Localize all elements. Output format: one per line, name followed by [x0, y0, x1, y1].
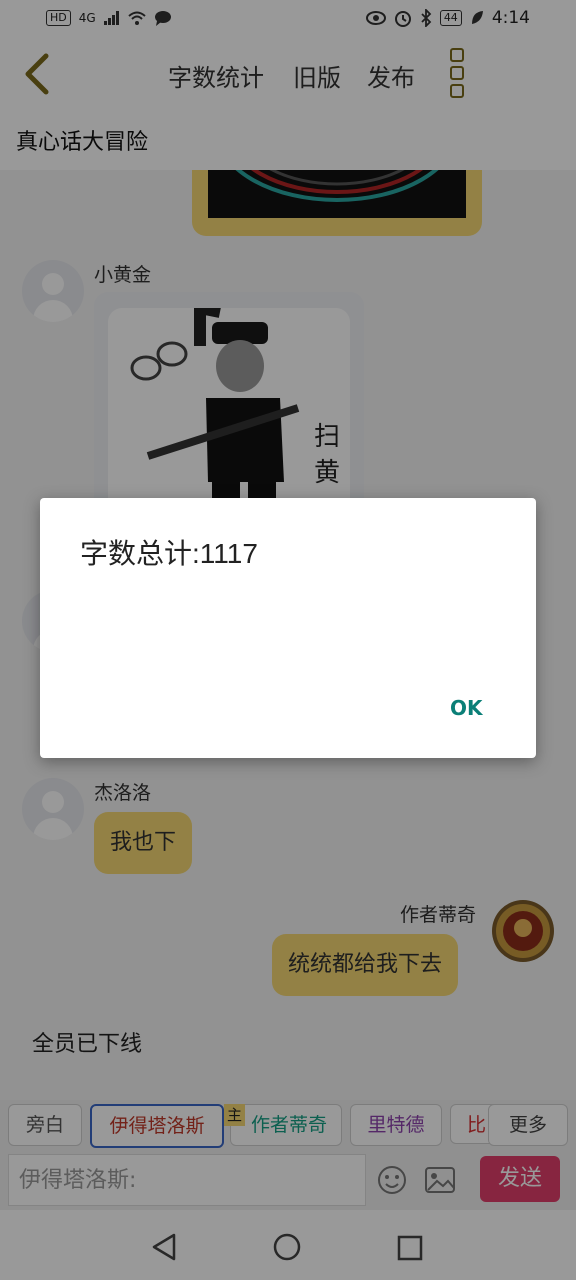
- dialog-ok-button[interactable]: OK: [450, 696, 483, 720]
- dialog-message: 字数总计:1117: [80, 538, 258, 569]
- word-count-dialog: 字数总计:1117 OK: [40, 498, 536, 758]
